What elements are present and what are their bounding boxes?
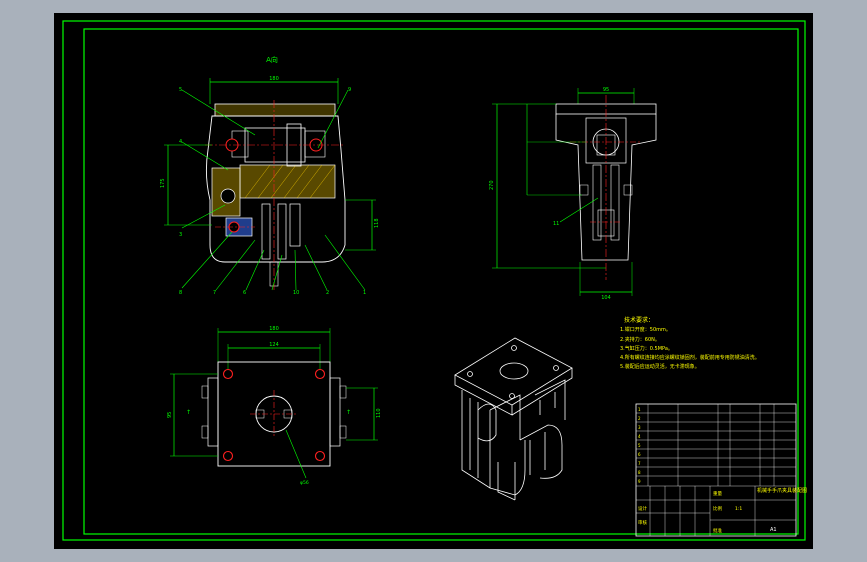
sheet-size: A1: [770, 527, 777, 533]
svg-text:7: 7: [638, 461, 641, 466]
callout-9: 9: [348, 87, 351, 93]
label-approve: 批准: [713, 527, 722, 534]
tech-req-item: 1.钳口开度：50mm。: [620, 326, 671, 333]
label-ratio: 比例: [713, 505, 722, 512]
tech-req-title: 技术要求：: [624, 316, 654, 324]
label-checker: 审核: [638, 519, 647, 526]
dim-hole-note: φ56: [300, 480, 309, 486]
tech-req-item: 4.所有螺纹连接均应涂螺纹锁固剂，装配前用专用防锈油清洗。: [620, 354, 760, 361]
callout-11: 11: [553, 221, 559, 227]
dim-front-height: 175: [160, 178, 166, 188]
dim-bottom-width: 180: [269, 326, 279, 332]
cad-viewer-window: A向 180 175 118 5 9 4 3 8 7 6 10 2 1 95 2…: [0, 0, 867, 562]
svg-text:9: 9: [638, 479, 641, 484]
dim-side-height: 270: [489, 180, 495, 190]
callout-4: 4: [179, 139, 182, 145]
cad-drawing-canvas[interactable]: A向 180 175 118 5 9 4 3 8 7 6 10 2 1 95 2…: [0, 0, 867, 562]
title-block: 1 2 3 4 5 6 7 8 9 机械手手爪夹具装配图 重量 比例 1:1 设计 审核 批…: [635, 403, 807, 537]
view-label-a: A向: [266, 55, 278, 64]
side-view: 95 270 104 11: [489, 87, 657, 301]
tech-req-item: 5.装配后应运动灵活，无卡滞现象。: [620, 363, 700, 370]
label-weight: 重量: [713, 490, 722, 497]
dim-bottom-inner: 124: [269, 342, 279, 348]
svg-text:5: 5: [638, 443, 641, 448]
callout-1: 1: [363, 290, 366, 296]
inner-border: [83, 28, 799, 535]
callout-10: 10: [293, 290, 299, 296]
outer-border: [62, 20, 806, 541]
svg-text:4: 4: [638, 434, 641, 439]
callout-3: 3: [179, 232, 182, 238]
section-mark-right: ↑: [346, 409, 351, 416]
dim-bottom-height: 95: [167, 412, 173, 418]
technical-requirements: 技术要求： 1.钳口开度：50mm。 2.夹持力：60N。 3.气缸压力：0.5…: [620, 316, 760, 370]
callout-7: 7: [213, 290, 216, 296]
dim-front-right: 118: [374, 218, 380, 228]
dim-side-top: 95: [603, 87, 609, 93]
tech-req-item: 3.气缸压力：0.5MPa。: [620, 345, 673, 352]
callout-5: 5: [179, 87, 182, 93]
front-section-view: A向 180 175 118 5 9 4 3 8 7 6 10 2 1: [160, 55, 380, 296]
section-mark-left: ↑: [186, 409, 191, 416]
bottom-view: 180 124 95 110 φ56 ↑ ↑: [167, 326, 382, 486]
callout-2: 2: [326, 290, 329, 296]
callout-6: 6: [243, 290, 246, 296]
callout-8: 8: [179, 290, 182, 296]
tech-req-item: 2.夹持力：60N。: [620, 336, 660, 343]
svg-text:3: 3: [638, 425, 641, 430]
label-designer: 设计: [638, 505, 647, 512]
isometric-view: [454, 337, 573, 501]
svg-text:2: 2: [638, 416, 641, 421]
dim-front-width: 180: [269, 76, 279, 82]
svg-text:8: 8: [638, 470, 641, 475]
dim-side-bottom: 104: [601, 295, 611, 301]
svg-text:1: 1: [638, 407, 641, 412]
dim-bottom-right: 110: [376, 408, 382, 418]
scale-value: 1:1: [735, 506, 742, 512]
drawing-name: 机械手手爪夹具装配图: [757, 487, 807, 494]
svg-text:6: 6: [638, 452, 641, 457]
